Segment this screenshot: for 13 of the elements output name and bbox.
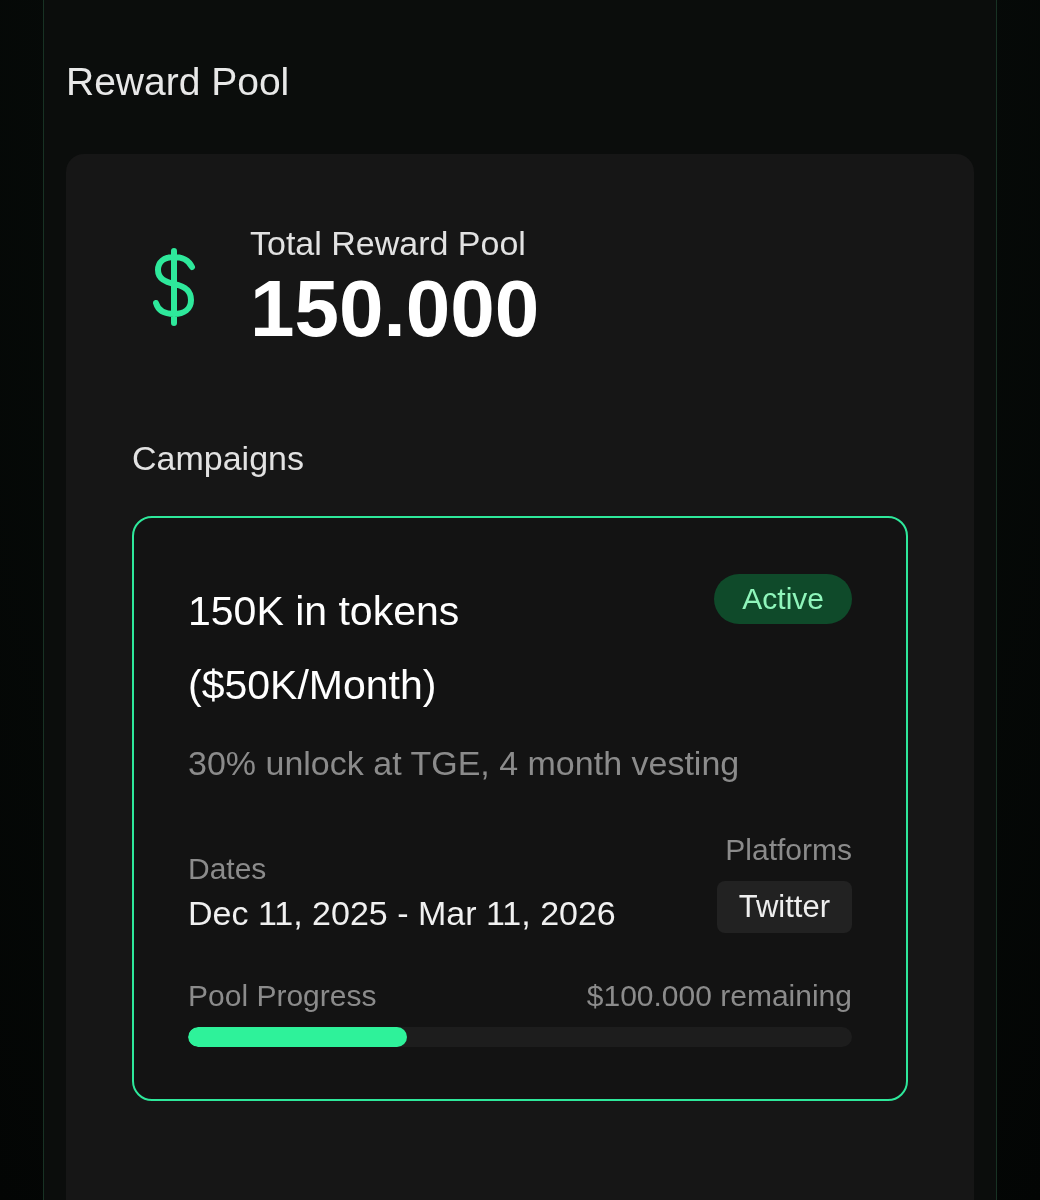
campaigns-heading: Campaigns [132, 439, 305, 478]
total-amount: 150.000 [250, 269, 540, 349]
total-label: Total Reward Pool [250, 224, 527, 263]
status-badge: Active [714, 574, 852, 624]
progress-label: Pool Progress [188, 979, 377, 1013]
section-title: Reward Pool [66, 60, 291, 104]
campaign-description: 30% unlock at TGE, 4 month vesting [188, 744, 741, 783]
dates-value: Dec 11, 2025 - Mar 11, 2026 [188, 894, 616, 933]
campaign-title: 150K in tokens ($50K/Month) [188, 587, 461, 710]
remaining-amount: $100.000 remaining [586, 979, 852, 1013]
platforms-label: Platforms [725, 833, 852, 867]
platform-tag: Twitter [716, 881, 852, 933]
dates-label: Dates [188, 852, 268, 886]
